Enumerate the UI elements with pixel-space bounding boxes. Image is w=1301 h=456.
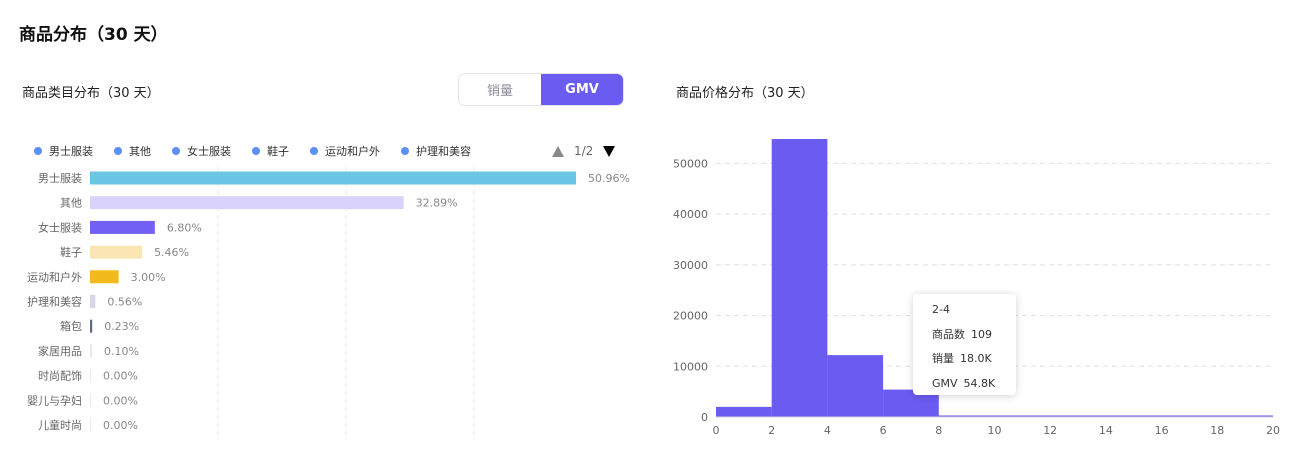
bar [90,393,91,407]
category-label: 鞋子 [60,245,82,259]
tooltip-title: 2-4 [932,303,950,316]
tooltip-row-gmv: GMV 54.8K [932,377,1016,402]
toggle-sales-volume[interactable]: 销量 [459,74,541,105]
legend-item[interactable]: 护理和美容 [401,143,471,159]
bar-value-label: 0.23% [104,320,139,333]
legend-item[interactable]: 运动和户外 [310,143,380,159]
legend-dot-icon [34,147,42,155]
x-tick-label: 6 [880,424,887,437]
tooltip-key: 商品数 [932,327,965,341]
bar [90,270,119,284]
category-label: 护理和美容 [27,295,82,309]
legend-label: 护理和美容 [416,145,471,158]
legend-label: 其他 [129,145,151,158]
category-label: 箱包 [60,319,82,333]
bar [90,196,404,210]
x-tick-label: 10 [988,424,1002,437]
category-chart-title: 商品类目分布（30 天） [22,86,160,101]
bar-value-label: 3.00% [131,271,166,284]
tooltip-key: GMV [932,376,958,390]
histogram-bar [716,406,772,417]
y-tick-label: 20000 [673,310,708,323]
bar [90,295,96,308]
x-tick-label: 0 [713,424,720,437]
y-tick-label: 30000 [673,259,708,272]
category-label: 男士服装 [38,172,82,185]
bar [90,245,143,259]
bar [90,319,93,333]
tooltip-value: 18.0K [960,352,992,365]
legend-dot-icon [252,147,260,155]
legend-dot-icon [172,147,180,155]
legend-pager: 1/2 [552,143,616,159]
histogram-tooltip: 2-4 商品数 109 销量 18.0K GMV 54.8K [913,294,1016,395]
legend-item[interactable]: 女士服装 [172,143,231,159]
legend-item[interactable]: 鞋子 [252,143,289,159]
category-label: 其他 [60,197,82,210]
x-tick-label: 4 [824,424,831,437]
bar [90,220,155,234]
x-tick-label: 8 [935,424,942,437]
y-tick-label: 0 [701,411,708,424]
category-label: 婴儿与孕妇 [27,394,82,407]
category-bar-chart: 男士服装 50.96% 其他 32.89% 女士服装 6.80% 鞋子 5.46% 运动和户外 3… [27,167,630,440]
category-label: 时尚配饰 [38,369,82,383]
y-tick-label: 10000 [673,360,708,373]
bar-value-label: 0.10% [104,345,139,358]
x-tick-label: 18 [1210,424,1224,437]
legend-item[interactable]: 男士服装 [34,143,93,159]
legend-label: 鞋子 [267,145,289,158]
x-tick-label: 14 [1099,424,1113,437]
y-tick-label: 40000 [673,208,708,221]
bar-value-label: 6.80% [167,221,202,234]
price-chart-title: 商品价格分布（30 天） [676,86,814,101]
x-tick-label: 12 [1043,424,1057,437]
x-tick-label: 16 [1155,424,1169,437]
bar-value-label: 0.00% [103,370,138,383]
metric-toggle: 销量 GMV [458,73,624,106]
bar-value-label: 0.00% [103,394,138,407]
legend-dot-icon [401,147,409,155]
bar [90,418,91,432]
tooltip-row-sales: 销量 18.0K [932,352,1016,377]
x-tick-label: 20 [1266,424,1280,437]
page-title: 商品分布（30 天） [19,25,168,45]
tooltip-row-count: 商品数 109 [932,328,1016,353]
y-tick-label: 50000 [673,157,708,170]
legend-label: 女士服装 [187,145,231,158]
legend-prev-icon[interactable] [552,145,564,157]
histogram-bar [771,139,828,418]
legend-next-icon[interactable] [603,145,616,157]
tooltip-value: 109 [971,327,992,341]
legend-label: 运动和户外 [325,145,380,158]
tooltip-value: 54.8K [963,376,996,390]
bar-value-label: 0.00% [103,419,138,432]
bar-value-label: 0.56% [107,296,142,309]
bar [90,171,576,185]
bar [90,344,92,358]
legend-dot-icon [114,147,122,155]
legend-item[interactable]: 其他 [114,143,151,159]
category-label: 运动和户外 [27,270,82,284]
category-label: 女士服装 [38,220,82,234]
category-label: 家居用品 [38,344,82,358]
bar-value-label: 5.46% [154,246,189,259]
x-tick-label: 2 [768,424,775,437]
bar-value-label: 50.96% [588,172,630,185]
bar [90,369,91,383]
tooltip-key: 销量 [932,352,954,365]
legend-dot-icon [310,147,318,155]
histogram-bar [827,355,884,417]
legend-label: 男士服装 [49,145,93,158]
category-label: 儿童时尚 [38,418,82,432]
toggle-gmv[interactable]: GMV [541,74,623,105]
category-legend: 男士服装 其他 女士服装 鞋子 运动和户外 护理和美容 [34,143,492,159]
legend-page-indicator: 1/2 [574,144,594,158]
bar-value-label: 32.89% [416,197,458,210]
